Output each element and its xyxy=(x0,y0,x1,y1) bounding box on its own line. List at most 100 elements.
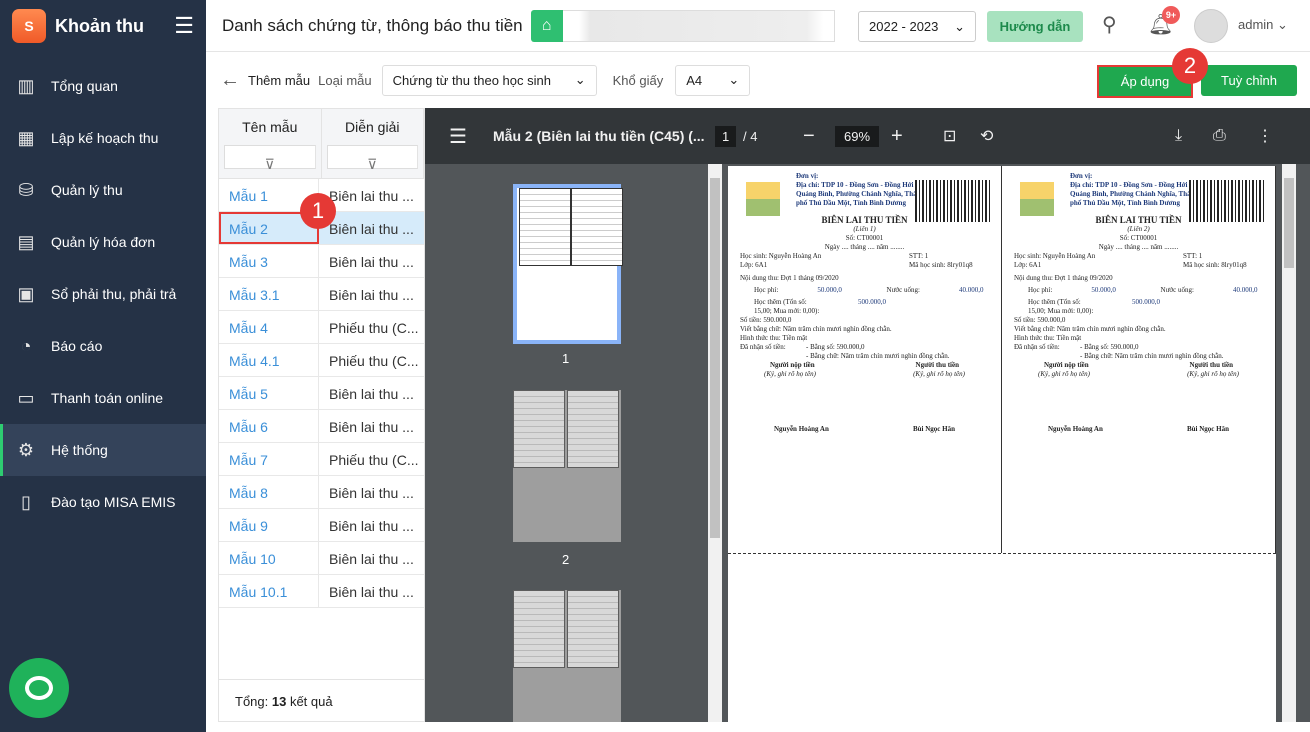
sidebar-item[interactable]: ◔ Báo cáo xyxy=(0,320,206,372)
chevron-down-icon: ⌄ xyxy=(728,72,740,87)
amount-words: Viết bằng chữ: Năm trăm chín mươi nghìn … xyxy=(740,325,892,333)
sidebar-item-label: Hệ thống xyxy=(51,442,108,458)
thumbnail-scrollbar[interactable] xyxy=(708,164,722,722)
sidebar-item[interactable]: ⚙ Hệ thống xyxy=(0,424,206,476)
back-arrow-icon[interactable]: ← xyxy=(220,69,240,92)
sidebar-item[interactable]: ▭ Thanh toán online xyxy=(0,372,206,424)
table-row[interactable]: Mẫu 7 Phiếu thu (C... xyxy=(219,443,424,476)
template-description: Biên lai thu ... xyxy=(329,419,414,435)
table-row[interactable]: Mẫu 10 Biên lai thu ... xyxy=(219,542,424,575)
template-name[interactable]: Mẫu 10 xyxy=(219,542,319,574)
gear-icon: ⚙ xyxy=(17,439,35,460)
school-crest-image xyxy=(746,182,780,216)
table-row[interactable]: Mẫu 9 Biên lai thu ... xyxy=(219,509,424,542)
received-words: - Bằng chữ: Năm trăm chín mươi nghìn đồn… xyxy=(806,352,950,360)
template-name[interactable]: Mẫu 6 xyxy=(219,410,319,442)
template-description: Biên lai thu ... xyxy=(329,254,414,270)
sidebar-item[interactable]: ▤ Quản lý hóa đơn xyxy=(0,216,206,268)
page-title: Danh sách chứng từ, thông báo thu tiền xyxy=(222,15,523,35)
guide-button[interactable]: Hướng dẫn xyxy=(987,11,1083,42)
fee-value: 50.000,0 xyxy=(1091,286,1116,294)
extra-label: Học thêm (Tổn số: 15,00; Mua mới: 0,00): xyxy=(1028,298,1094,315)
download-icon[interactable]: ⤓ xyxy=(1175,127,1182,145)
amount-words: Viết bằng chữ: Năm trăm chín mươi nghìn … xyxy=(1014,325,1166,333)
stt: STT: 1 xyxy=(1183,252,1203,260)
page-number-input[interactable]: 1 xyxy=(715,125,737,147)
customize-button[interactable]: Tuỳ chỉnh xyxy=(1201,65,1297,96)
sidebar-item-label: Quản lý hóa đơn xyxy=(51,234,156,250)
sidebar-item[interactable]: ⛁ Quản lý thu xyxy=(0,164,206,216)
template-description: Phiếu thu (C... xyxy=(329,452,419,468)
page-thumbnail-2[interactable] xyxy=(513,390,621,542)
avatar[interactable] xyxy=(1194,9,1228,43)
table-row[interactable]: Mẫu 3 Biên lai thu ... xyxy=(219,245,424,278)
notification-badge: 9+ xyxy=(1162,6,1180,24)
school-year-select[interactable]: 2022 - 2023 ⌄ xyxy=(858,11,976,42)
filter-name-input[interactable]: ⊽ xyxy=(224,145,316,172)
water-label: Nước uống: xyxy=(886,286,920,294)
table-row[interactable]: Mẫu 5 Biên lai thu ... xyxy=(219,377,424,410)
school-selector[interactable] xyxy=(562,9,835,42)
home-school-icon[interactable]: ⌂ xyxy=(530,9,563,42)
student-code: Mã học sinh: 8lry01q8 xyxy=(909,261,973,269)
template-name[interactable]: Mẫu 4.1 xyxy=(219,344,319,376)
barcode xyxy=(1189,180,1265,222)
template-name[interactable]: Mẫu 5 xyxy=(219,377,319,409)
rotate-icon[interactable]: ⟲ xyxy=(980,126,993,146)
sidebar-item[interactable]: ▥ Tổng quan xyxy=(0,60,206,112)
sign-note: (Ký, ghi rõ họ tên) xyxy=(1038,370,1090,378)
menu-toggle-icon[interactable]: ☰ xyxy=(174,13,194,39)
template-name[interactable]: Mẫu 7 xyxy=(219,443,319,475)
page-scrollbar[interactable] xyxy=(1282,164,1296,722)
sign-note: (Ký, ghi rõ họ tên) xyxy=(913,370,965,378)
template-name[interactable]: Mẫu 9 xyxy=(219,509,319,541)
step-marker-2: 2 xyxy=(1172,48,1208,84)
table-row[interactable]: Mẫu 4.1 Phiếu thu (C... xyxy=(219,344,424,377)
sidebar-item-label: Tổng quan xyxy=(51,78,118,94)
sidebar-item[interactable]: ▯ Đào tạo MISA EMIS xyxy=(0,476,206,528)
class: Lớp: 6A1 xyxy=(1014,261,1042,269)
student: Học sinh: Nguyễn Hoàng An xyxy=(740,252,822,260)
user-menu[interactable]: admin ⌄ xyxy=(1238,17,1288,33)
template-name[interactable]: Mẫu 8 xyxy=(219,476,319,508)
template-type-select[interactable]: Chứng từ thu theo học sinh ⌄ xyxy=(381,64,597,96)
collector-name: Bùi Ngọc Hân xyxy=(912,425,955,433)
column-title: Tên mẫu xyxy=(242,119,298,135)
table-row[interactable]: Mẫu 10.1 Biên lai thu ... xyxy=(219,575,424,608)
table-row[interactable]: Mẫu 6 Biên lai thu ... xyxy=(219,410,424,443)
table-row[interactable]: Mẫu 3.1 Biên lai thu ... xyxy=(219,278,424,311)
sidebar-item-label: Thanh toán online xyxy=(51,390,164,406)
header: Danh sách chứng từ, thông báo thu tiền ⌂… xyxy=(206,0,1310,52)
zoom-in-icon[interactable]: + xyxy=(891,125,903,148)
pdf-toolbar: ☰ Mẫu 2 (Biên lai thu tiền (C45) (... 1 … xyxy=(425,108,1310,164)
template-description: Phiếu thu (C... xyxy=(329,320,419,336)
more-options-icon[interactable]: ⋮ xyxy=(1257,126,1273,146)
page-thumbnail-1[interactable] xyxy=(513,184,623,344)
paper-size-select[interactable]: A4 ⌄ xyxy=(675,64,751,96)
table-row[interactable]: Mẫu 8 Biên lai thu ... xyxy=(219,476,424,509)
table-row[interactable]: Mẫu 4 Phiếu thu (C... xyxy=(219,311,424,344)
fit-page-icon[interactable]: ⊡ xyxy=(943,126,956,146)
search-chart-icon[interactable]: ⚲ xyxy=(1102,12,1117,37)
template-name[interactable]: Mẫu 3 xyxy=(219,245,319,277)
pdf-page: Đơn vị: Địa chỉ: TDP 10 - Đồng Sơn - Đồng… xyxy=(728,166,1276,722)
template-name[interactable]: Mẫu 4 xyxy=(219,311,319,343)
sidebar-item-label: Sổ phải thu, phải trả xyxy=(51,286,177,302)
zoom-level-input[interactable]: 69% xyxy=(835,125,880,147)
table-header: Tên mẫu ⊽ Diễn giải ⊽ xyxy=(219,109,424,179)
filter-description-input[interactable]: ⊽ xyxy=(326,145,418,172)
chat-support-button[interactable] xyxy=(9,658,69,718)
print-icon[interactable]: ⎙ xyxy=(1213,127,1226,145)
receipt-date: Ngày .... tháng .... năm ........ xyxy=(1098,243,1179,251)
sidebar-toggle-icon[interactable]: ☰ xyxy=(449,124,467,149)
template-name[interactable]: Mẫu 10.1 xyxy=(219,575,319,607)
page-thumbnail-3[interactable] xyxy=(513,590,621,722)
water-value: 40.000,0 xyxy=(1233,286,1258,294)
zoom-out-icon[interactable]: − xyxy=(803,125,815,148)
template-name[interactable]: Mẫu 3.1 xyxy=(219,278,319,310)
sidebar-item-label: Đào tạo MISA EMIS xyxy=(51,494,176,510)
sidebar-item[interactable]: ▦ Lập kế hoạch thu xyxy=(0,112,206,164)
collector-title: Người thu tiền xyxy=(1189,361,1233,369)
sidebar-item[interactable]: ▣ Sổ phải thu, phải trả xyxy=(0,268,206,320)
received-words: - Bằng chữ: Năm trăm chín mươi nghìn đồn… xyxy=(1080,352,1224,360)
